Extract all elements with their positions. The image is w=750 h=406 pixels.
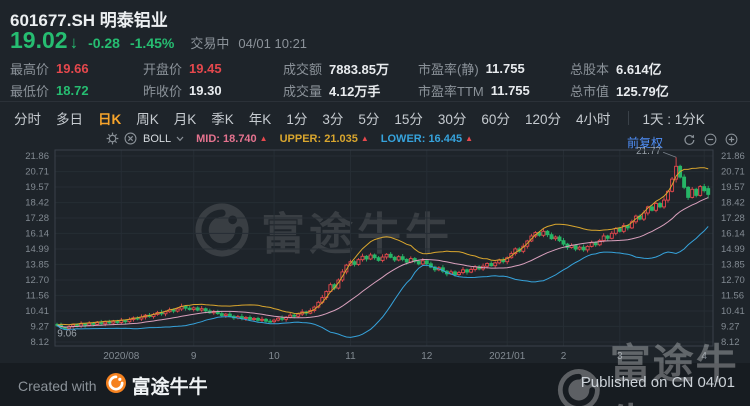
- y-axis-label: 10.41: [721, 306, 745, 317]
- y-axis-label: 14.99: [721, 244, 745, 255]
- y-axis-label: 20.71: [25, 167, 49, 178]
- y-axis-label: 18.42: [25, 198, 49, 209]
- y-axis-label: 11.56: [721, 290, 744, 301]
- y-axis-label: 17.28: [25, 213, 49, 224]
- y-axis-label: 21.86: [25, 151, 49, 162]
- x-axis-label: 12: [421, 351, 433, 362]
- created-with: Created with 富途牛牛: [18, 372, 208, 399]
- boll-mid-line: [56, 197, 709, 328]
- watermark-futu-bottom-right: 富途牛牛: [556, 330, 750, 406]
- published-label: Published on CN 04/01: [580, 374, 735, 391]
- y-axis-label: 12.70: [721, 275, 745, 286]
- y-axis-label: 21.86: [721, 151, 745, 162]
- y-axis-label: 13.85: [25, 259, 49, 270]
- x-axis-label: 11: [345, 351, 356, 362]
- y-axis-label: 18.42: [721, 198, 745, 209]
- x-axis-label: 10: [269, 351, 281, 362]
- y-axis-label: 10.41: [25, 306, 49, 317]
- y-axis-label: 16.14: [721, 228, 745, 239]
- high-price-annotation: 21.77: [636, 146, 661, 157]
- y-axis-label: 16.14: [25, 228, 49, 239]
- y-axis-label: 13.85: [721, 259, 745, 270]
- x-axis-label: 9: [191, 351, 197, 362]
- brand-name: 富途牛牛: [131, 377, 208, 398]
- low-price-annotation: 9.06: [57, 328, 77, 339]
- created-with-label: Created with: [18, 377, 97, 394]
- y-axis-label: 8.12: [31, 337, 50, 348]
- y-axis-label: 14.99: [25, 244, 49, 255]
- x-axis-label: 2021/01: [489, 351, 526, 362]
- y-axis-label: 9.27: [31, 321, 50, 332]
- y-axis-label: 17.28: [721, 213, 745, 224]
- boll-upper-line: [56, 167, 709, 326]
- y-axis-label: 11.56: [26, 290, 49, 301]
- y-axis-label: 19.57: [721, 182, 745, 193]
- x-axis-label: 2020/08: [103, 351, 140, 362]
- watermark-brand-text: 富途牛牛: [609, 341, 739, 406]
- y-axis-label: 12.70: [25, 275, 49, 286]
- futu-logo-icon: [105, 373, 126, 398]
- y-axis-label: 19.57: [25, 182, 49, 193]
- y-axis-label: 20.71: [721, 167, 745, 178]
- stock-detail-page: 601677.SH 明泰铝业 19.02 ↓ -0.28 -1.45% 交易中 …: [0, 0, 750, 406]
